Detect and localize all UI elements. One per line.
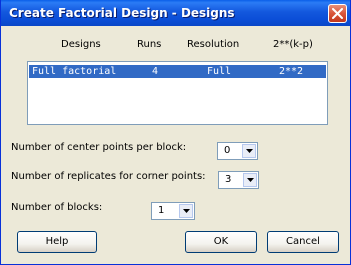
center-points-dropdown-button[interactable] (242, 144, 256, 158)
column-header-runs: Runs (137, 39, 162, 50)
close-icon (332, 8, 343, 19)
cancel-button[interactable]: Cancel (267, 231, 339, 253)
center-points-value: 0 (224, 145, 231, 156)
replicates-dropdown-button[interactable] (243, 173, 257, 187)
close-button[interactable] (328, 4, 347, 23)
help-button[interactable]: Help (17, 231, 97, 253)
fraction-cell: 2**2 (279, 66, 304, 77)
blocks-value: 1 (158, 205, 165, 216)
dialog-window: Create Factorial Design - Designs Design… (0, 0, 351, 265)
resolution-cell: Full (207, 66, 232, 77)
chevron-down-icon (247, 178, 254, 182)
center-points-label: Number of center points per block: (11, 142, 187, 153)
runs-cell: 4 (152, 66, 159, 77)
ok-button[interactable]: OK (185, 231, 257, 253)
column-header-resolution: Resolution (187, 39, 240, 50)
designs-listbox[interactable]: Full factorial 4 Full 2**2 (27, 61, 328, 125)
chevron-down-icon (183, 209, 190, 213)
blocks-dropdown-button[interactable] (179, 204, 193, 218)
center-points-select[interactable]: 0 (217, 142, 258, 160)
chevron-down-icon (246, 149, 253, 153)
replicates-select[interactable]: 3 (218, 171, 259, 189)
design-cell: Full factorial (32, 66, 117, 77)
window-title: Create Factorial Design - Designs (9, 6, 235, 20)
blocks-label: Number of blocks: (11, 202, 103, 213)
column-header-fraction: 2**(k-p) (273, 39, 313, 50)
replicates-value: 3 (225, 174, 232, 185)
blocks-select[interactable]: 1 (151, 202, 195, 220)
replicates-label: Number of replicates for corner points: (11, 171, 206, 182)
table-row[interactable]: Full factorial 4 Full 2**2 (29, 65, 326, 78)
column-header-designs: Designs (61, 39, 101, 50)
title-bar[interactable]: Create Factorial Design - Designs (1, 0, 350, 26)
